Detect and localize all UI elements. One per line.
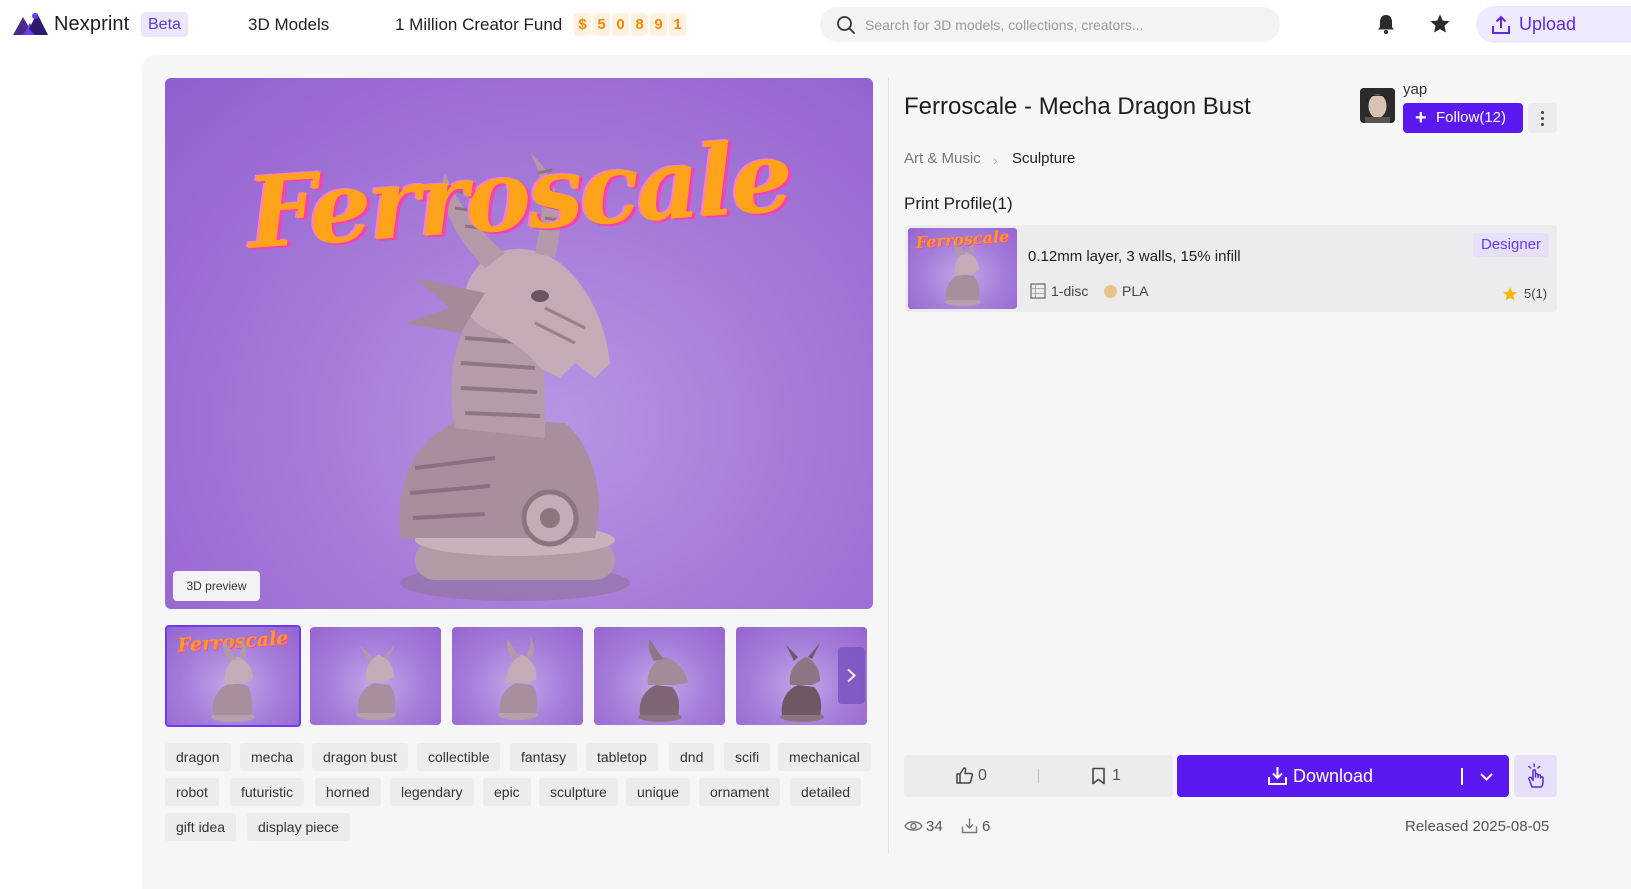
chevron-right-icon (847, 668, 856, 683)
thumbnail-4[interactable] (594, 627, 725, 725)
tag[interactable]: sculpture (539, 778, 618, 806)
like-count: 0 (978, 767, 987, 784)
avatar[interactable] (1360, 88, 1395, 123)
tag[interactable]: unique (626, 778, 691, 806)
tag[interactable]: legendary (390, 778, 474, 806)
top-header: Nexprint Beta 3D Models 1 Million Creato… (0, 0, 1631, 50)
thumbnail-2[interactable] (310, 627, 441, 725)
chevron-down-icon[interactable] (1479, 769, 1494, 784)
bookmark-count: 1 (1112, 767, 1121, 784)
search-icon (837, 16, 855, 34)
download-icon (1268, 767, 1287, 785)
rating-value: 5(1) (1524, 286, 1548, 301)
tag[interactable]: display piece (247, 813, 350, 841)
tap-hand-icon (1528, 763, 1544, 788)
fund-digit: 0 (612, 13, 629, 36)
tag[interactable]: gift idea (165, 813, 237, 841)
logo-icon[interactable] (13, 11, 48, 35)
fund-counter[interactable]: $ 5 0 8 9 1 (574, 13, 686, 36)
thumbnail-4-image (638, 639, 688, 722)
tag[interactable]: scifi (724, 743, 771, 771)
print-profile-description: 0.12mm layer, 3 walls, 15% infill (1028, 248, 1241, 265)
tag[interactable]: detailed (790, 778, 862, 806)
tag[interactable]: ornament (699, 778, 781, 806)
creator-avatar-image (1360, 88, 1395, 123)
rating-star-icon (1503, 287, 1517, 301)
tag[interactable]: collectible (417, 743, 501, 771)
column-divider (888, 78, 889, 853)
tag[interactable]: horned (315, 778, 381, 806)
thumbnail-2-image (356, 643, 396, 720)
dot-icon (1541, 111, 1544, 114)
plus-icon: + (1415, 107, 1427, 129)
thumbnail-1-image (211, 637, 255, 722)
bell-icon[interactable] (1375, 13, 1397, 35)
download-count: 6 (982, 818, 991, 835)
dot-icon (1541, 117, 1544, 120)
thumbnail-1[interactable]: Ferroscale (165, 625, 301, 727)
download-count-icon (961, 818, 978, 834)
material-color-swatch (1104, 285, 1117, 298)
fund-digit: 8 (631, 13, 648, 36)
nav-creator-fund[interactable]: 1 Million Creator Fund (395, 15, 562, 35)
main-preview-image[interactable]: Ferroscale (165, 78, 873, 609)
print-profile-heading: Print Profile(1) (904, 194, 1013, 213)
tag[interactable]: dragon bust (312, 743, 408, 771)
tag[interactable]: futuristic (230, 778, 305, 806)
search-bar[interactable] (820, 7, 1280, 42)
fund-digit: 1 (669, 13, 686, 36)
quick-print-button[interactable] (1514, 755, 1557, 797)
plate-icon (1030, 283, 1046, 299)
chevron-right-icon: › (993, 152, 998, 168)
download-button[interactable]: Download (1177, 755, 1509, 797)
search-input[interactable] (865, 7, 1265, 42)
thumbnail-3[interactable] (452, 627, 583, 725)
fund-digit: $ (574, 13, 591, 36)
fund-digit: 5 (593, 13, 610, 36)
follow-label: Follow(12) (1436, 109, 1507, 126)
star-icon[interactable] (1429, 13, 1451, 35)
download-label: Download (1293, 766, 1374, 786)
tag[interactable]: dragon (165, 743, 231, 771)
more-options-button[interactable] (1528, 103, 1557, 133)
nav-3d-models[interactable]: 3D Models (248, 15, 329, 35)
release-date: Released 2025-08-05 (1405, 818, 1550, 835)
upload-button[interactable]: Upload (1476, 6, 1631, 43)
tag[interactable]: tabletop (586, 743, 658, 771)
thumbnail-3-image (498, 637, 538, 720)
bookmark-icon[interactable] (1091, 767, 1106, 785)
fund-digit: 9 (650, 13, 667, 36)
thumbnail-next-button[interactable] (838, 647, 865, 704)
creator-name[interactable]: yap (1403, 81, 1427, 98)
upload-label: Upload (1519, 14, 1577, 34)
breadcrumb-category[interactable]: Art & Music (904, 150, 981, 167)
eye-icon (904, 821, 923, 831)
dot-icon (1541, 123, 1544, 126)
tag[interactable]: mechanical (778, 743, 871, 771)
designer-badge: Designer (1472, 233, 1549, 257)
divider (1461, 768, 1463, 785)
tag[interactable]: robot (165, 778, 219, 806)
thumbnail-strip: Ferroscale (165, 625, 870, 727)
print-profile-thumbnail: Ferroscale (908, 228, 1017, 309)
thumbs-up-icon[interactable] (955, 766, 974, 785)
3d-preview-button[interactable]: 3D preview (173, 571, 260, 601)
tag[interactable]: epic (483, 778, 531, 806)
divider (1038, 769, 1039, 783)
plate-count: 1-disc (1051, 283, 1089, 299)
material-label: PLA (1122, 283, 1149, 299)
tag[interactable]: dnd (669, 743, 715, 771)
brand-name[interactable]: Nexprint (54, 13, 129, 36)
upload-icon (1492, 15, 1510, 34)
model-title: Ferroscale - Mecha Dragon Bust (904, 93, 1251, 120)
breadcrumb-subcategory[interactable]: Sculpture (1012, 150, 1075, 167)
follow-button[interactable]: + Follow(12) (1403, 103, 1523, 133)
print-profile-card[interactable]: Ferroscale 0.12mm layer, 3 walls, 15% in… (905, 225, 1557, 312)
tag[interactable]: mecha (240, 743, 305, 771)
view-count: 34 (926, 818, 943, 835)
beta-badge: Beta (141, 12, 188, 37)
tag[interactable]: fantasy (510, 743, 578, 771)
engagement-bar: 0 1 (904, 755, 1173, 797)
